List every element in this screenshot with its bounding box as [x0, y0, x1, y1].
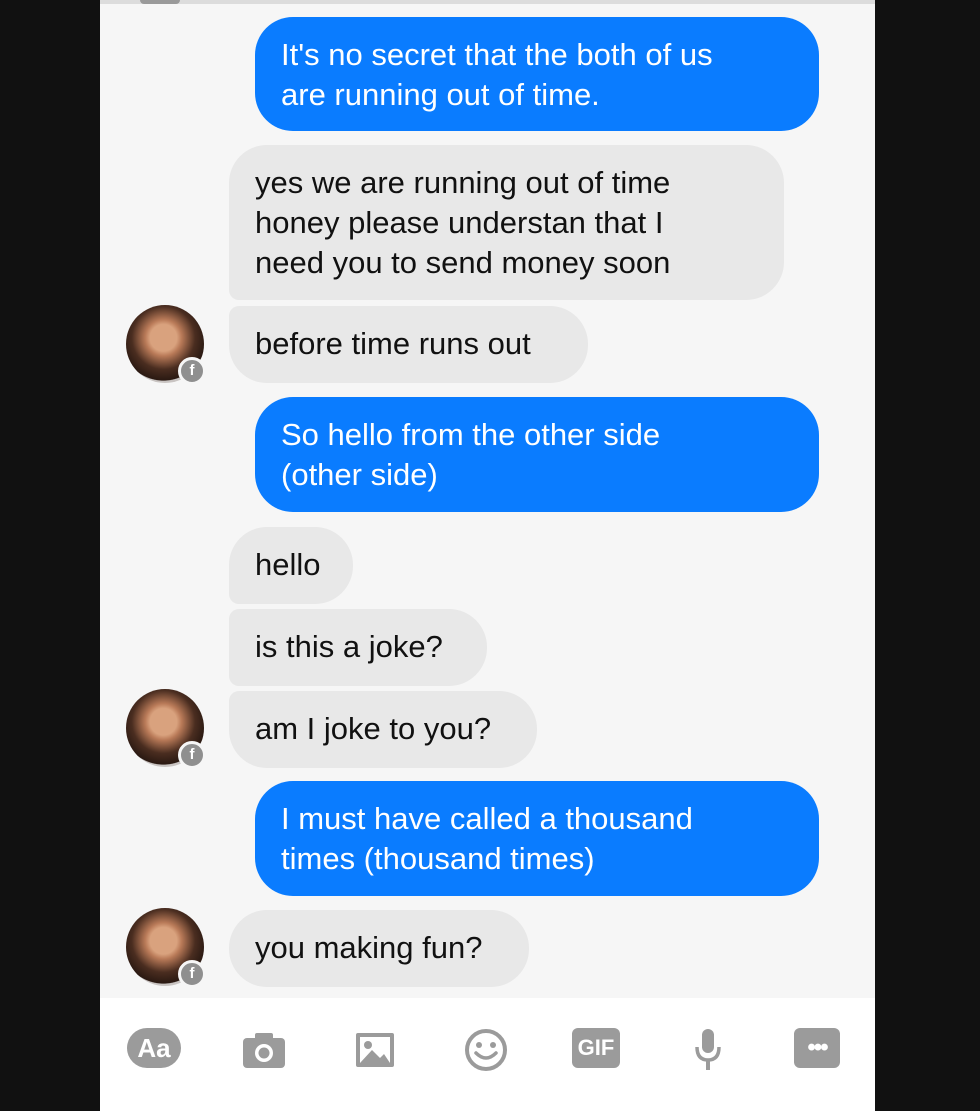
message-received[interactable]: hello — [229, 527, 353, 604]
previous-avatar-edge — [140, 0, 180, 4]
emoji-icon[interactable] — [463, 1028, 509, 1072]
gif-icon[interactable]: GIF — [572, 1028, 620, 1068]
composer-toolbar: Aa GIF ••• — [100, 998, 875, 1111]
microphone-icon[interactable] — [690, 1028, 726, 1072]
text-icon[interactable]: Aa — [127, 1028, 181, 1068]
message-sent[interactable]: It's no secret that the both of us are r… — [255, 17, 819, 131]
camera-icon[interactable] — [241, 1028, 287, 1072]
facebook-badge-icon: f — [178, 741, 206, 769]
more-icon[interactable]: ••• — [794, 1028, 840, 1068]
image-icon[interactable] — [353, 1028, 397, 1072]
contact-avatar[interactable]: f — [126, 305, 206, 385]
message-received[interactable]: is this a joke? — [229, 609, 487, 686]
contact-avatar[interactable]: f — [126, 908, 206, 988]
message-sent[interactable]: I must have called a thousand times (tho… — [255, 781, 819, 896]
facebook-badge-icon: f — [178, 960, 206, 988]
facebook-badge-icon: f — [178, 357, 206, 385]
message-received[interactable]: yes we are running out of time honey ple… — [229, 145, 784, 300]
messenger-chat-screen: It's no secret that the both of us are r… — [100, 0, 875, 1111]
contact-avatar[interactable]: f — [126, 689, 206, 769]
message-received[interactable]: before time runs out — [229, 306, 588, 383]
message-received[interactable]: you making fun? — [229, 910, 529, 987]
message-sent[interactable]: So hello from the other side (other side… — [255, 397, 819, 512]
top-edge — [100, 0, 875, 4]
message-received[interactable]: am I joke to you? — [229, 691, 537, 768]
